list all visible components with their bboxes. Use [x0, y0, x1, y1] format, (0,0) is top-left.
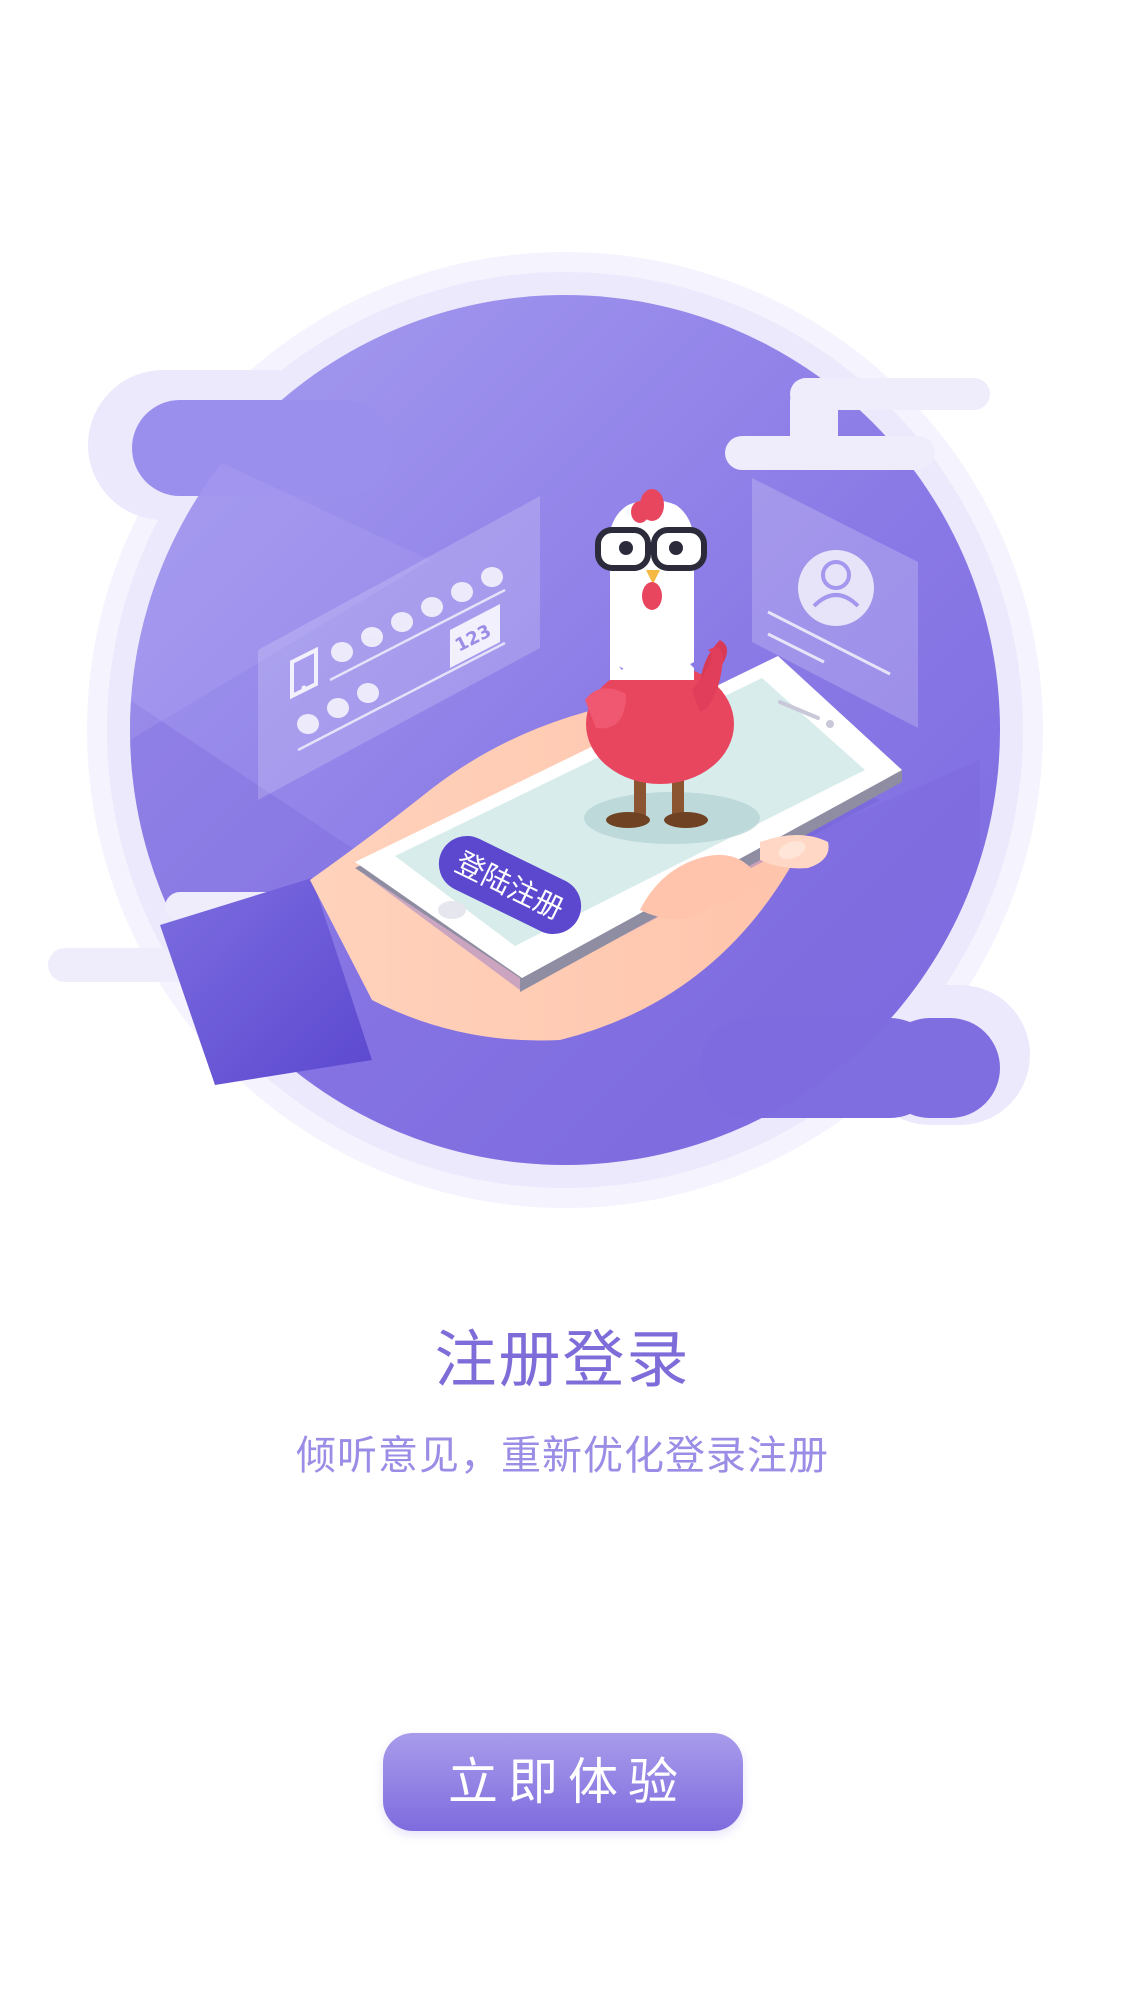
page-title: 注册登录	[434, 1323, 691, 1396]
page-subtitle: 倾听意见，重新优化登录注册	[296, 1433, 829, 1479]
hero-illustration: 123 登陆注册	[48, 252, 1043, 1208]
user-avatar-icon	[798, 550, 874, 626]
try-now-button[interactable]: 立即体验	[383, 1733, 743, 1831]
